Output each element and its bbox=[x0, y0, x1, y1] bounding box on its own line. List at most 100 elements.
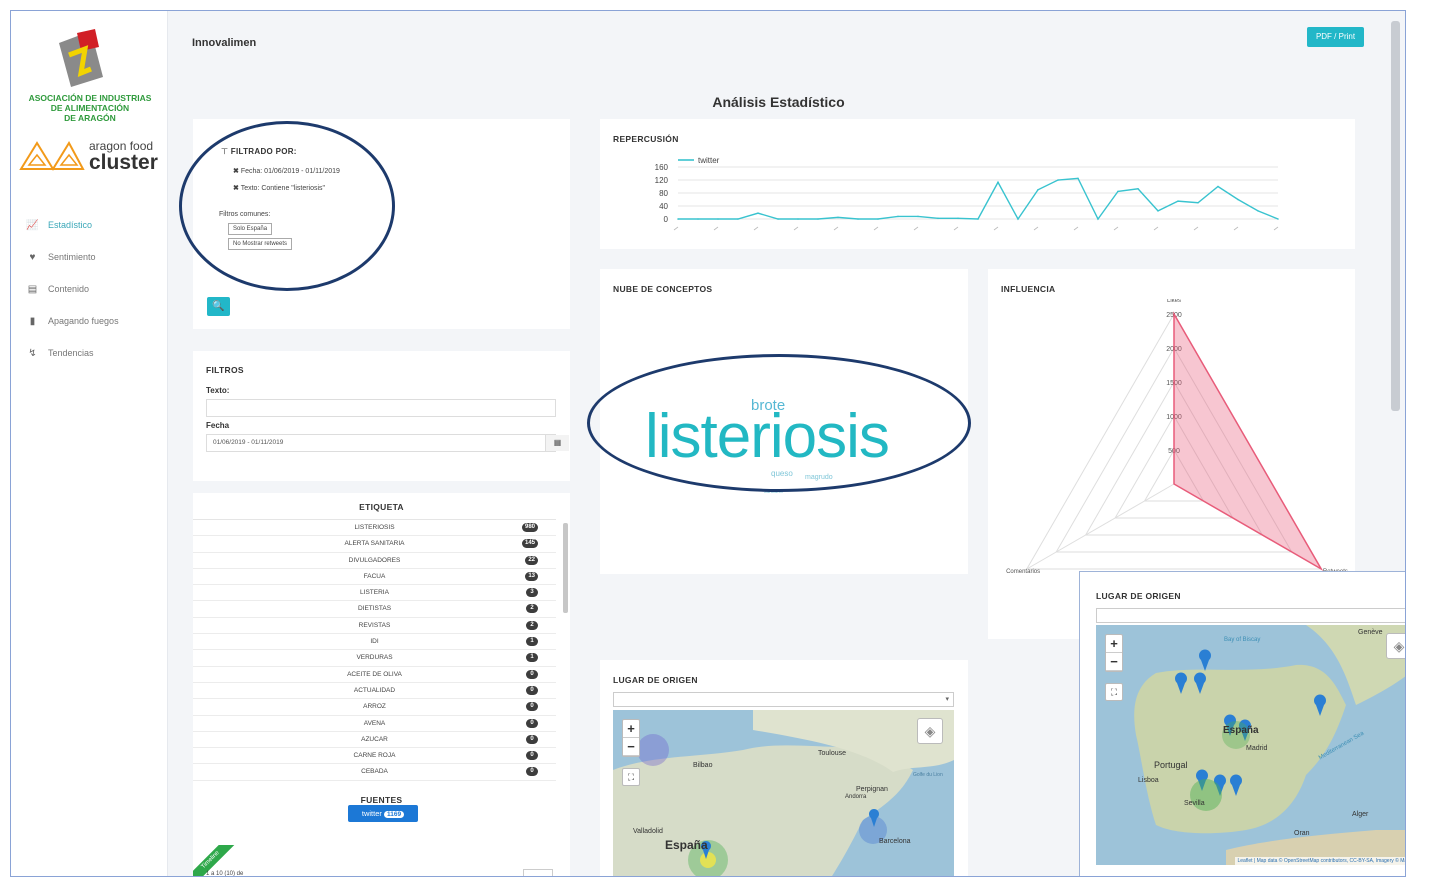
tag-row[interactable]: FACUA 13 bbox=[193, 569, 556, 586]
tag-row[interactable]: DIETISTAS 2 bbox=[193, 601, 556, 618]
origin-map[interactable]: + − ⛶ ◈ Bilbao Toulouse Perpignan Andorr… bbox=[613, 710, 954, 876]
search-button[interactable]: 🔍 bbox=[207, 297, 230, 316]
layers-icon[interactable]: ◈ bbox=[1386, 633, 1405, 659]
word-sanitario[interactable]: sanitario bbox=[764, 489, 783, 495]
origin-zoom-map[interactable]: + − ⛶ ◈ Genève Bay of Biscay España Madr… bbox=[1096, 625, 1405, 865]
tag-count-badge: 0 bbox=[526, 734, 538, 744]
map-label: Portugal bbox=[1154, 760, 1188, 770]
data-point bbox=[897, 215, 899, 218]
association-line-3: DE ARAGÓN bbox=[64, 113, 116, 123]
data-point bbox=[1157, 210, 1159, 212]
active-filter-text[interactable]: ✖ Texto: Contiene "listeriosis" bbox=[233, 184, 325, 192]
tag-row[interactable]: CARNE ROJA 0 bbox=[193, 748, 556, 765]
tag-row[interactable]: LISTERIA 3 bbox=[193, 585, 556, 602]
x-tick-mark bbox=[753, 226, 759, 231]
x-tick-mark bbox=[1193, 226, 1199, 231]
source-twitter-badge[interactable]: twitter 1169 bbox=[348, 805, 418, 822]
filters-panel: FILTROS Texto: Fecha 01/06/2019 - 01/11/… bbox=[193, 351, 570, 481]
tag-row[interactable]: VERDURAS 1 bbox=[193, 650, 556, 667]
heart-icon: ♥ bbox=[29, 251, 36, 263]
data-point bbox=[857, 218, 859, 220]
data-point bbox=[797, 218, 799, 220]
tag-row[interactable]: AZUCAR 0 bbox=[193, 732, 556, 749]
legend-label: twitter bbox=[698, 156, 720, 165]
tag-label: IDI bbox=[370, 638, 379, 646]
tags-panel: ETIQUETA LISTERIOSIS 980 ALERTA SANITARIA 1… bbox=[193, 493, 570, 848]
fullscreen-icon[interactable]: ⛶ bbox=[622, 768, 640, 786]
date-filter-label: Fecha bbox=[206, 421, 230, 430]
pdf-print-button[interactable]: PDF / Print bbox=[1307, 27, 1364, 47]
chip-no-retweets[interactable]: No Mostrar retweets bbox=[228, 238, 293, 250]
zoom-in-button[interactable]: + bbox=[1106, 635, 1122, 653]
repercusion-panel: REPERCUSIÓN 0 40 80 120 160 twitter bbox=[600, 119, 1355, 249]
zoom-control: + − bbox=[1105, 634, 1123, 672]
association-logo bbox=[51, 25, 113, 95]
search-icon: 🔍 bbox=[212, 301, 225, 312]
zoom-out-button[interactable]: − bbox=[1106, 653, 1122, 671]
tag-label: LISTERIA bbox=[360, 589, 389, 597]
text-filter-input[interactable] bbox=[206, 399, 556, 417]
x-tick-mark bbox=[833, 226, 839, 231]
layers-icon[interactable]: ◈ bbox=[917, 718, 943, 744]
word-queso[interactable]: queso bbox=[771, 469, 793, 478]
tags-list[interactable]: LISTERIOSIS 980 ALERTA SANITARIA 145 DIVULGA… bbox=[193, 519, 556, 782]
tag-label: CARNE ROJA bbox=[353, 752, 396, 760]
app-window: ASOCIACIÓN DE INDUSTRIAS DE ALIMENTACIÓN… bbox=[10, 10, 1406, 877]
tag-count-badge: 22 bbox=[525, 555, 538, 565]
zoom-control: + − bbox=[622, 719, 640, 757]
tag-row[interactable]: DIVULGADORES 22 bbox=[193, 553, 556, 569]
tag-row[interactable]: IDI 1 bbox=[193, 634, 556, 651]
radar-series-area bbox=[1173, 311, 1324, 572]
association-name: ASOCIACIÓN DE INDUSTRIAS DE ALIMENTACIÓN… bbox=[17, 93, 163, 123]
tag-label: REVISTAS bbox=[358, 621, 391, 629]
origin-select[interactable]: ▾ bbox=[613, 692, 954, 707]
tags-scrollbar[interactable] bbox=[563, 523, 568, 613]
line-chart-icon: 📈 bbox=[26, 219, 39, 231]
calendar-icon[interactable]: ▦ bbox=[545, 435, 569, 451]
tag-row[interactable]: CEBADA 0 bbox=[193, 764, 556, 781]
active-filter-date[interactable]: ✖ Fecha: 01/06/2019 - 01/11/2019 bbox=[233, 167, 340, 175]
series-line-twitter bbox=[678, 177, 1279, 221]
sidebar-item-sentimiento[interactable]: ♥ Sentimiento bbox=[11, 241, 168, 273]
data-point bbox=[1057, 179, 1059, 181]
sidebar-item-contenido[interactable]: ▤ Contenido bbox=[11, 273, 168, 305]
map-label: Toulouse bbox=[818, 750, 847, 757]
date-filter-input[interactable]: 01/06/2019 - 01/11/2019 ▦ bbox=[206, 434, 569, 452]
tag-row[interactable]: ALERTA SANITARIA 145 bbox=[193, 536, 556, 553]
zoom-in-button[interactable]: + bbox=[623, 720, 639, 738]
sidebar-item-tendencias[interactable]: ↯ Tendencias bbox=[11, 337, 168, 369]
sidebar: ASOCIACIÓN DE INDUSTRIAS DE ALIMENTACIÓN… bbox=[11, 11, 168, 876]
x-tick-mark bbox=[713, 226, 719, 231]
map-label: Oran bbox=[1294, 830, 1310, 837]
word-magrudo[interactable]: magrudo bbox=[805, 474, 833, 481]
zoom-out-button[interactable]: − bbox=[623, 738, 639, 756]
sidebar-item-estadistico[interactable]: 📈 Estadístico bbox=[11, 209, 168, 241]
chip-solo-espana[interactable]: Solo España bbox=[228, 223, 273, 235]
tag-row[interactable]: REVISTAS 2 bbox=[193, 618, 556, 635]
x-tick-mark bbox=[913, 226, 919, 231]
tag-row[interactable]: ACTUALIDAD 0 bbox=[193, 683, 556, 700]
sidebar-item-apagando-fuegos[interactable]: ▮ Apagando fuegos bbox=[11, 305, 168, 337]
word-listeriosis[interactable]: listeriosis bbox=[645, 401, 890, 472]
sidebar-nav: 📈 Estadístico ♥ Sentimiento ▤ Contenido … bbox=[11, 209, 168, 369]
origin-zoom-select[interactable]: ▾ bbox=[1096, 608, 1405, 623]
data-point bbox=[677, 218, 679, 220]
tag-row[interactable]: LISTERIOSIS 980 bbox=[193, 520, 556, 537]
y-tick-label: 160 bbox=[655, 163, 669, 172]
tag-row[interactable]: AVENA 0 bbox=[193, 716, 556, 732]
tag-count-badge: 3 bbox=[526, 588, 538, 598]
tag-label: FACUA bbox=[363, 572, 386, 580]
pager-buttons[interactable] bbox=[523, 869, 553, 876]
tag-row[interactable]: ARROZ 0 bbox=[193, 699, 556, 716]
x-tick-mark bbox=[1153, 226, 1159, 231]
map-attribution[interactable]: Leaflet | Map data © OpenStreetMap contr… bbox=[1235, 857, 1405, 865]
tag-row[interactable]: ACEITE DE OLIVA 0 bbox=[193, 667, 556, 683]
remove-filter-icon[interactable]: ✖ bbox=[233, 168, 239, 175]
x-tick-mark bbox=[953, 226, 959, 231]
pager-info: 1 a 10 (10) de bbox=[206, 871, 244, 877]
page-scrollbar-thumb[interactable] bbox=[1391, 21, 1400, 411]
data-point bbox=[817, 218, 819, 220]
remove-filter-icon[interactable]: ✖ bbox=[233, 185, 239, 192]
fullscreen-icon[interactable]: ⛶ bbox=[1105, 683, 1123, 701]
page-scrollbar[interactable] bbox=[1391, 13, 1400, 413]
